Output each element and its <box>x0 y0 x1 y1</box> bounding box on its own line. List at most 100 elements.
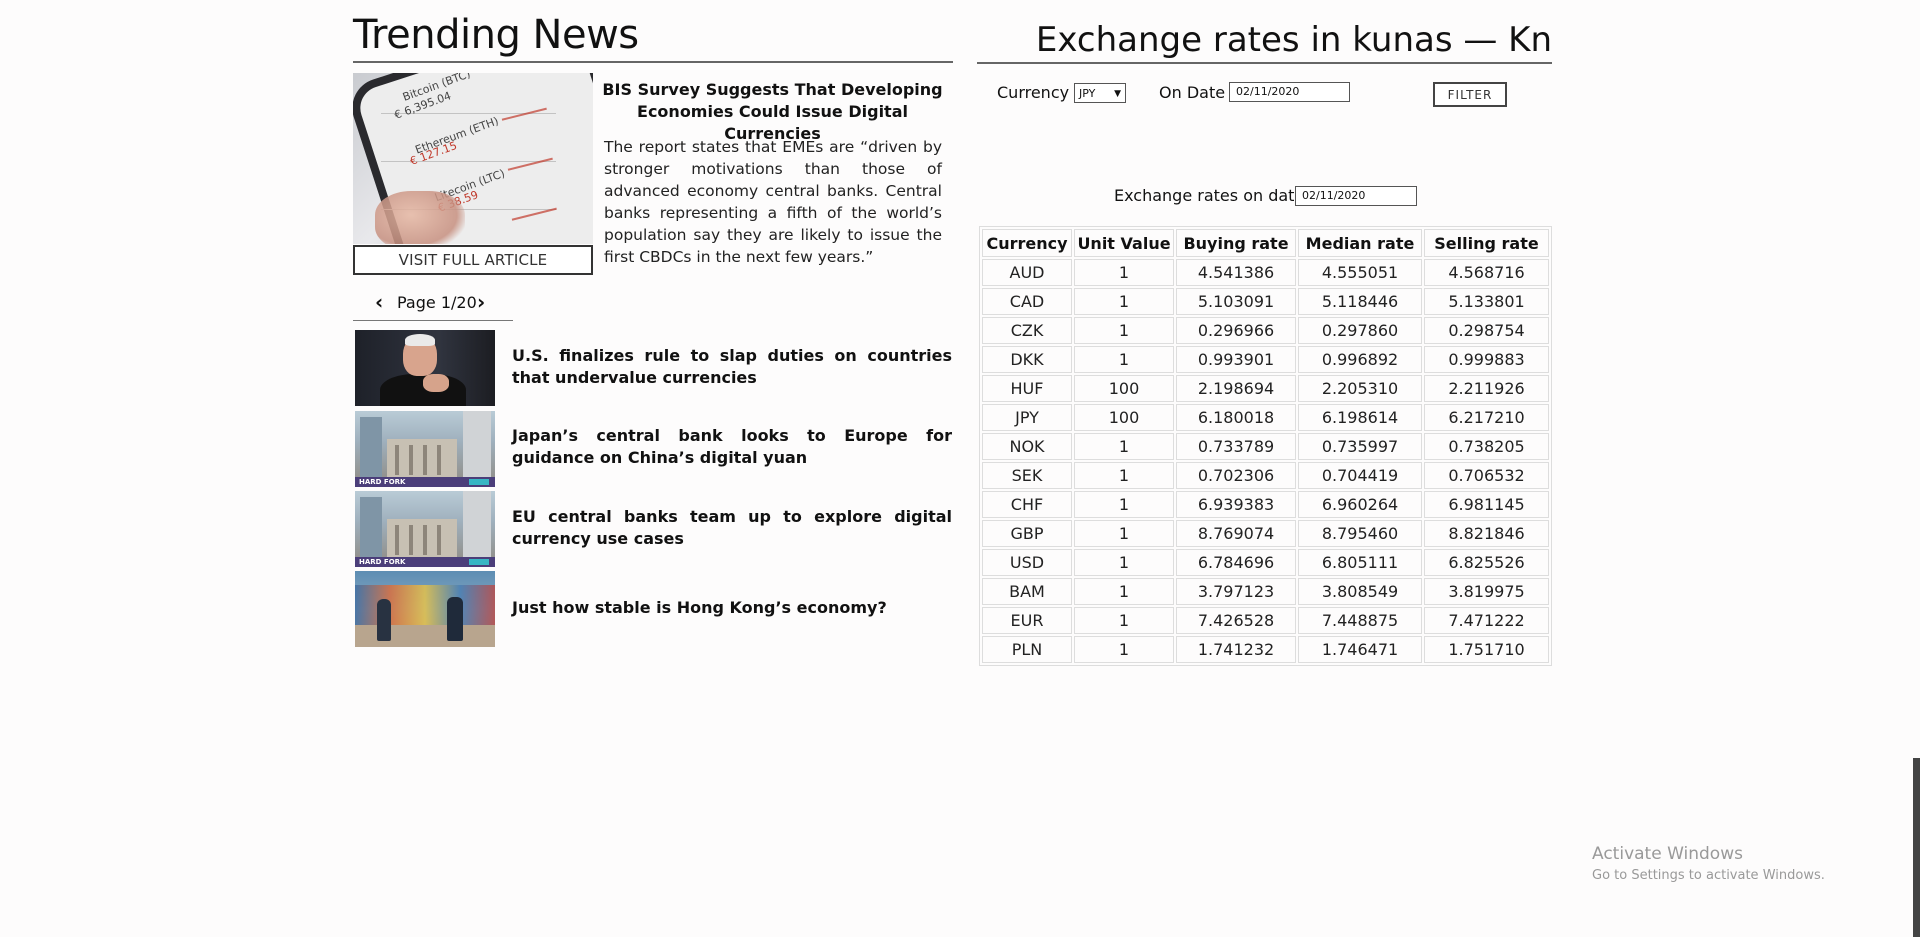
currency-code-cell: GBP <box>982 520 1072 547</box>
pager-divider <box>353 320 513 321</box>
rate-cell: 6.198614 <box>1298 404 1422 431</box>
currency-code-cell: CHF <box>982 491 1072 518</box>
table-header-row: Currency Unit Value Buying rate Median r… <box>982 229 1549 257</box>
table-row: GBP 1 8.769074 8.795460 8.821846 <box>982 520 1549 547</box>
rate-cell: 1 <box>1074 491 1174 518</box>
currency-code-cell: PLN <box>982 636 1072 663</box>
rate-cell: 2.211926 <box>1424 375 1549 402</box>
thumbnail-caption: HARD FORK <box>359 558 406 566</box>
news-list-item[interactable]: Just how stable is Hong Kong’s economy? <box>355 571 955 649</box>
rate-cell: 0.993901 <box>1176 346 1296 373</box>
news-headline[interactable]: Just how stable is Hong Kong’s economy? <box>512 597 952 619</box>
rate-cell: 0.735997 <box>1298 433 1422 460</box>
currency-code-cell: NOK <box>982 433 1072 460</box>
column-header: Median rate <box>1298 229 1422 257</box>
rate-cell: 0.733789 <box>1176 433 1296 460</box>
rate-cell: 0.706532 <box>1424 462 1549 489</box>
rate-cell: 0.702306 <box>1176 462 1296 489</box>
news-thumbnail[interactable] <box>355 571 495 647</box>
table-row: USD 1 6.784696 6.805111 6.825526 <box>982 549 1549 576</box>
chevron-right-icon[interactable]: › <box>477 291 485 313</box>
news-section-title: Trending News <box>353 12 639 58</box>
date-input[interactable]: 02/11/2020 <box>1229 82 1350 102</box>
news-list-item[interactable]: U.S. finalizes rule to slap duties on co… <box>355 330 955 408</box>
rate-cell: 5.118446 <box>1298 288 1422 315</box>
page-indicator: Page 1/20 <box>397 293 477 312</box>
rate-cell: 1 <box>1074 549 1174 576</box>
rate-cell: 7.471222 <box>1424 607 1549 634</box>
scrollbar-thumb[interactable] <box>1913 758 1920 937</box>
column-header: Unit Value <box>1074 229 1174 257</box>
rate-cell: 1 <box>1074 607 1174 634</box>
activation-subtitle: Go to Settings to activate Windows. <box>1592 868 1825 883</box>
rate-cell: 1 <box>1074 462 1174 489</box>
dropdown-arrow-icon: ▼ <box>1114 89 1121 99</box>
rate-cell: 1 <box>1074 578 1174 605</box>
rate-cell: 0.297860 <box>1298 317 1422 344</box>
rate-cell: 100 <box>1074 404 1174 431</box>
table-row: BAM 1 3.797123 3.808549 3.819975 <box>982 578 1549 605</box>
chevron-left-icon[interactable]: ‹ <box>375 291 383 313</box>
currency-select[interactable]: JPY ▼ <box>1074 83 1126 103</box>
rate-cell: 2.205310 <box>1298 375 1422 402</box>
news-headline[interactable]: EU central banks team up to explore digi… <box>512 506 952 550</box>
news-title-divider <box>353 61 953 63</box>
rate-cell: 0.999883 <box>1424 346 1549 373</box>
table-row: AUD 1 4.541386 4.555051 4.568716 <box>982 259 1549 286</box>
column-header: Buying rate <box>1176 229 1296 257</box>
news-list-item[interactable]: HARD FORK EU central banks team up to ex… <box>355 491 955 569</box>
news-thumbnail[interactable]: HARD FORK <box>355 491 495 567</box>
rate-cell: 7.448875 <box>1298 607 1422 634</box>
rate-cell: 5.103091 <box>1176 288 1296 315</box>
rate-cell: 2.198694 <box>1176 375 1296 402</box>
currency-select-value: JPY <box>1079 87 1096 100</box>
rates-date-field[interactable]: 02/11/2020 <box>1295 186 1417 206</box>
exchange-title-divider <box>977 62 1552 64</box>
table-row: JPY 100 6.180018 6.198614 6.217210 <box>982 404 1549 431</box>
rate-cell: 8.821846 <box>1424 520 1549 547</box>
rate-cell: 100 <box>1074 375 1174 402</box>
news-thumbnail[interactable] <box>355 330 495 406</box>
rate-cell: 6.180018 <box>1176 404 1296 431</box>
rate-cell: 4.541386 <box>1176 259 1296 286</box>
rate-cell: 6.825526 <box>1424 549 1549 576</box>
rate-cell: 1 <box>1074 317 1174 344</box>
rate-cell: 1 <box>1074 520 1174 547</box>
rate-cell: 6.805111 <box>1298 549 1422 576</box>
featured-article-summary: The report states that EMEs are “driven … <box>604 138 942 266</box>
column-header: Currency <box>982 229 1072 257</box>
exchange-rates-title: Exchange rates in kunas — Kn <box>1035 20 1552 60</box>
news-headline[interactable]: Japan’s central bank looks to Europe for… <box>512 425 952 469</box>
table-row: CAD 1 5.103091 5.118446 5.133801 <box>982 288 1549 315</box>
rate-cell: 1 <box>1074 288 1174 315</box>
rate-cell: 0.298754 <box>1424 317 1549 344</box>
news-list-item[interactable]: HARD FORK Japan’s central bank looks to … <box>355 411 955 489</box>
activation-title: Activate Windows <box>1592 844 1743 864</box>
currency-code-cell: CZK <box>982 317 1072 344</box>
table-row: SEK 1 0.702306 0.704419 0.706532 <box>982 462 1549 489</box>
rate-cell: 3.808549 <box>1298 578 1422 605</box>
exchange-rates-table: Currency Unit Value Buying rate Median r… <box>979 226 1552 666</box>
table-row: HUF 100 2.198694 2.205310 2.211926 <box>982 375 1549 402</box>
rate-cell: 6.784696 <box>1176 549 1296 576</box>
rate-cell: 1.751710 <box>1424 636 1549 663</box>
rate-cell: 1.741232 <box>1176 636 1296 663</box>
table-row: CZK 1 0.296966 0.297860 0.298754 <box>982 317 1549 344</box>
rate-cell: 4.568716 <box>1424 259 1549 286</box>
rate-cell: 4.555051 <box>1298 259 1422 286</box>
rate-cell: 8.795460 <box>1298 520 1422 547</box>
rate-cell: 8.769074 <box>1176 520 1296 547</box>
windows-activation-watermark: Activate Windows Go to Settings to activ… <box>1592 844 1825 883</box>
currency-code-cell: USD <box>982 549 1072 576</box>
table-row: EUR 1 7.426528 7.448875 7.471222 <box>982 607 1549 634</box>
table-row: NOK 1 0.733789 0.735997 0.738205 <box>982 433 1549 460</box>
featured-article-image[interactable]: Bitcoin (BTC) € 6,395.04 Ethereum (ETH) … <box>353 73 593 244</box>
rate-cell: 6.981145 <box>1424 491 1549 518</box>
rate-cell: 5.133801 <box>1424 288 1549 315</box>
currency-code-cell: BAM <box>982 578 1072 605</box>
table-row: PLN 1 1.741232 1.746471 1.751710 <box>982 636 1549 663</box>
news-thumbnail[interactable]: HARD FORK <box>355 411 495 487</box>
news-headline[interactable]: U.S. finalizes rule to slap duties on co… <box>512 345 952 389</box>
visit-full-article-button[interactable]: VISIT FULL ARTICLE <box>353 245 593 275</box>
filter-button[interactable]: FILTER <box>1433 82 1507 107</box>
